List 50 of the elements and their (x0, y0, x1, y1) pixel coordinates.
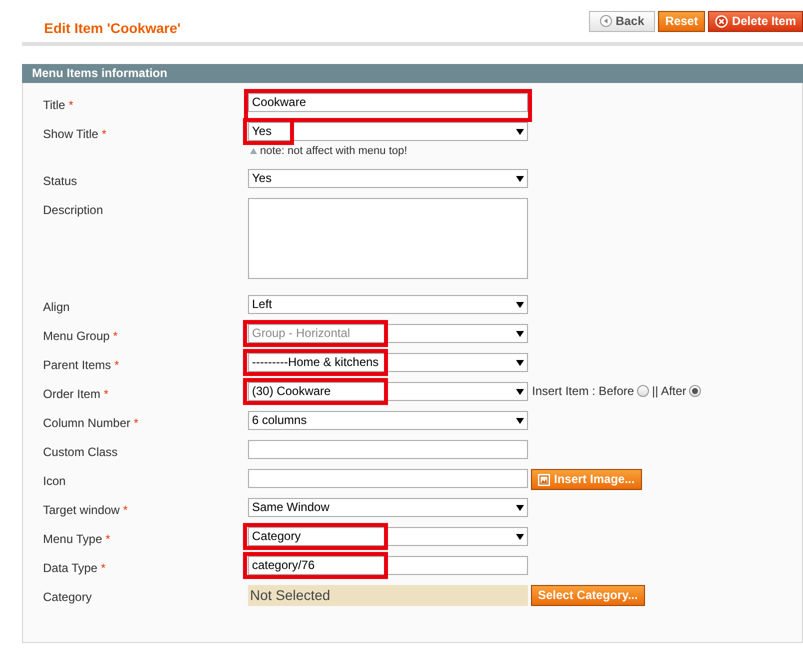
select-field[interactable]: ---------Home & kitchens (248, 353, 528, 372)
radio-label: || After (652, 383, 686, 400)
field-label: Menu Type * (43, 531, 112, 548)
field-label: Icon (43, 473, 67, 490)
dropdown-arrow-icon (516, 302, 524, 308)
field-label: Align (43, 299, 71, 316)
field-label: Category (43, 589, 93, 606)
field-label: Menu Group * (43, 328, 119, 345)
text-field[interactable]: Cookware (248, 93, 528, 112)
field-label: Column Number * (43, 415, 140, 432)
note-text: note: not affect with menu top! (260, 144, 408, 159)
text-field[interactable]: category/76 (248, 556, 528, 575)
close-icon (714, 14, 728, 28)
select-field[interactable]: Left (248, 295, 528, 314)
field-label: Status (43, 173, 78, 190)
textarea-field[interactable] (248, 198, 528, 279)
category-display: Not Selected (248, 585, 528, 606)
field-label: Show Title * (43, 126, 108, 143)
field-label: Custom Class (43, 444, 119, 461)
image-icon (538, 474, 550, 486)
field-label: Parent Items * (43, 357, 120, 374)
dropdown-arrow-icon (516, 418, 524, 424)
note-arrow-icon (250, 148, 257, 154)
field-label: Description (43, 202, 104, 219)
radio-button[interactable] (689, 385, 702, 397)
dropdown-arrow-icon (516, 534, 524, 540)
back-button[interactable]: Back (588, 10, 656, 32)
select-field[interactable]: Category (248, 527, 528, 546)
select-field[interactable]: 6 columns (248, 411, 528, 430)
page-title: Edit Item 'Cookware' (44, 20, 181, 36)
delete-button[interactable]: Delete Item (708, 10, 803, 32)
radio-button[interactable] (637, 385, 650, 397)
field-label: Order Item * (43, 386, 110, 403)
text-field[interactable] (248, 469, 528, 488)
radio-label: Insert Item : Before (532, 383, 634, 400)
select-field[interactable]: Yes (248, 122, 528, 141)
dropdown-arrow-icon (516, 330, 524, 336)
dropdown-arrow-icon (516, 360, 524, 366)
select-field[interactable]: Same Window (248, 498, 528, 517)
dropdown-arrow-icon (516, 504, 524, 510)
text-field[interactable] (248, 440, 528, 459)
field-label: Target window * (43, 502, 129, 519)
dropdown-arrow-icon (516, 388, 524, 394)
dropdown-arrow-icon (516, 128, 524, 134)
field-label: Data Type * (43, 560, 106, 577)
select-field[interactable]: Yes (248, 169, 528, 188)
select-field[interactable]: (30) Cookware (248, 382, 528, 401)
dropdown-arrow-icon (516, 176, 524, 182)
section-header: Menu Items information (22, 64, 803, 83)
field-label: Title * (43, 97, 74, 114)
